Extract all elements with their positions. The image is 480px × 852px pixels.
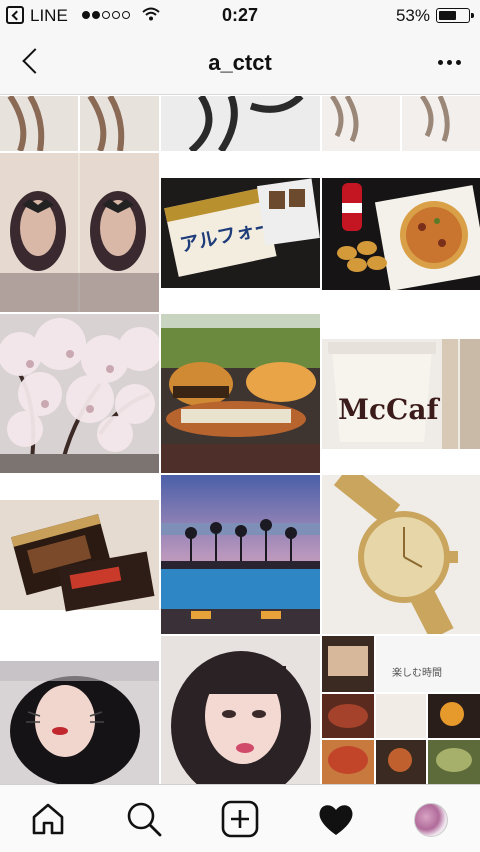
grid-post-hair-collage[interactable] xyxy=(0,96,159,151)
battery-icon xyxy=(436,8,474,23)
home-tab-icon[interactable] xyxy=(28,799,68,839)
grid-post-filter-selfie[interactable] xyxy=(0,636,159,784)
profile-tab-avatar[interactable] xyxy=(414,803,448,837)
grid-post-pizza-nuggets[interactable] xyxy=(322,153,480,312)
grid-post-burger-hotdog[interactable] xyxy=(161,314,320,473)
grid-post-chocolate-box[interactable] xyxy=(0,475,159,634)
food-collage-caption: 楽しむ時間 xyxy=(392,666,442,679)
battery-percent: 53% xyxy=(395,6,430,25)
grid-post-mccafe-cup[interactable]: McCaf xyxy=(322,314,480,473)
instagram-profile-grid-screen: { "status_bar": { "carrier": "LINE", "ti… xyxy=(0,0,480,852)
grid-post-wavy-hair[interactable] xyxy=(322,96,480,151)
grid-post-selfie-portrait[interactable] xyxy=(161,636,320,784)
mccafe-logo-text: McCaf xyxy=(338,393,440,426)
status-bar: LINE 0:27 53% xyxy=(0,0,480,30)
photo-grid: アルフォート McCaf 楽しむ時間 xyxy=(0,96,480,784)
navigation-bar: a_ctct xyxy=(0,30,480,95)
grid-post-sunset-pool[interactable] xyxy=(161,475,320,634)
new-post-tab-icon[interactable] xyxy=(220,799,260,839)
grid-post-gold-watch[interactable] xyxy=(322,475,480,634)
profile-username-title: a_ctct xyxy=(208,50,272,75)
activity-heart-tab-icon[interactable] xyxy=(316,799,356,839)
search-tab-icon[interactable] xyxy=(124,799,164,839)
grid-post-alfort-chocolate[interactable]: アルフォート xyxy=(161,153,320,312)
grid-post-food-collage[interactable]: 楽しむ時間 xyxy=(322,636,480,784)
grid-post-butterfly-selfie[interactable] xyxy=(0,153,159,312)
more-options-icon[interactable] xyxy=(432,50,466,74)
grid-post-cherry-blossoms[interactable] xyxy=(0,314,159,473)
bottom-tab-bar xyxy=(0,784,480,852)
grid-post-bw-portrait[interactable] xyxy=(161,96,320,151)
